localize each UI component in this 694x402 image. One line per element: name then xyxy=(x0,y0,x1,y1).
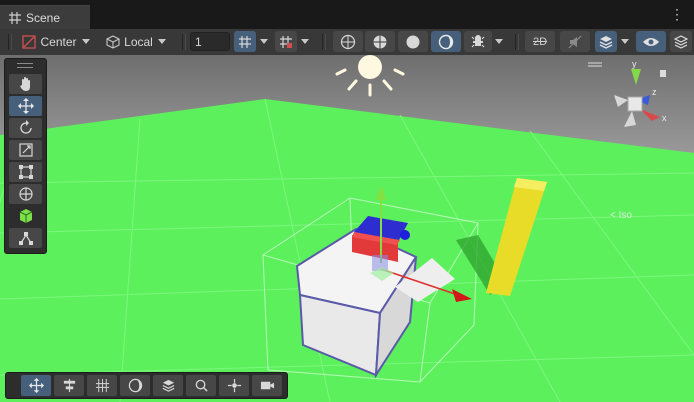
rect-transform-icon xyxy=(18,165,33,179)
layers-dropdown[interactable] xyxy=(618,31,631,52)
mode-2d-button[interactable]: 2D xyxy=(525,31,555,52)
scene-canvas[interactable]: y z x xyxy=(0,55,694,402)
transform-icon xyxy=(18,187,33,201)
grid-snap-icon xyxy=(239,35,251,48)
scale-icon xyxy=(18,143,33,157)
mode-2d-icon: 2D xyxy=(532,35,548,48)
lighting-button[interactable] xyxy=(431,31,461,52)
bottom-camera-button[interactable] xyxy=(252,375,282,396)
more-menu-icon[interactable]: ⋮ xyxy=(670,7,684,21)
toolbar-separator xyxy=(322,34,326,50)
gizmo-y-label: y xyxy=(632,59,637,69)
move-tool-button[interactable] xyxy=(9,96,42,116)
layers-icon xyxy=(162,379,174,392)
shaded-button[interactable] xyxy=(398,31,428,52)
layers-button[interactable] xyxy=(595,31,617,52)
snapping-tool-button[interactable] xyxy=(9,228,42,248)
increment-snap-icon xyxy=(280,35,292,48)
lighting-icon xyxy=(438,34,454,49)
chevron-down-icon xyxy=(300,39,309,44)
rotate-icon xyxy=(19,120,32,134)
bottom-layers-button[interactable] xyxy=(153,375,183,396)
visibility-button[interactable] xyxy=(636,31,666,52)
rect-tool-button[interactable] xyxy=(9,162,42,182)
pivot-mode-dropdown[interactable]: Center xyxy=(16,31,96,52)
pivot-rotation-label: Local xyxy=(124,34,153,49)
chevron-down-icon xyxy=(157,39,166,44)
gizmos-button[interactable] xyxy=(670,31,692,52)
pivot-center-icon xyxy=(22,34,37,49)
bottom-pivot-button[interactable] xyxy=(219,375,249,396)
gizmo-z-label: z xyxy=(652,87,657,97)
chevron-down-icon xyxy=(494,39,503,44)
audio-button[interactable] xyxy=(560,31,590,52)
scene-viewport[interactable]: y z x < Iso xyxy=(0,55,694,402)
tools-overlay xyxy=(4,58,47,254)
lock-icon[interactable] xyxy=(660,70,666,77)
grid-size-input[interactable]: 1 xyxy=(190,32,230,51)
pivot-rotation-dropdown[interactable]: Local xyxy=(100,31,172,52)
move-icon xyxy=(28,378,44,393)
fx-button[interactable] xyxy=(464,31,492,52)
bottom-grid-button[interactable] xyxy=(87,375,117,396)
wireframe-shading-icon xyxy=(340,34,356,49)
camera-icon xyxy=(260,381,274,390)
visibility-icon xyxy=(643,37,659,46)
pivot-icon xyxy=(227,378,241,393)
rotate-tool-button[interactable] xyxy=(9,118,42,138)
bottom-align-button[interactable] xyxy=(54,375,84,396)
shaded-icon xyxy=(406,35,420,48)
layers-icon xyxy=(599,35,613,49)
grid-snap-button[interactable] xyxy=(234,31,256,52)
grid-icon xyxy=(9,12,21,24)
overlay-grip[interactable] xyxy=(17,63,33,68)
tab-scene[interactable]: Scene xyxy=(0,5,90,30)
fx-icon xyxy=(471,34,485,47)
bottom-shading-button[interactable] xyxy=(120,375,150,396)
bottom-move-button[interactable] xyxy=(21,375,51,396)
grid-icon xyxy=(95,378,109,393)
shaded-wireframe-icon xyxy=(373,35,387,48)
pivot-local-icon xyxy=(106,34,120,49)
shaded-wireframe-button[interactable] xyxy=(365,31,395,52)
bottom-overlay-toolbar xyxy=(5,372,288,399)
fx-dropdown[interactable] xyxy=(492,31,505,52)
gizmos-icon xyxy=(674,34,688,49)
toolbar-separator xyxy=(515,34,519,50)
grid-snap-dropdown[interactable] xyxy=(257,31,270,52)
pivot-mode-label: Center xyxy=(40,34,77,49)
increment-snap-button[interactable] xyxy=(275,31,297,52)
scale-tool-button[interactable] xyxy=(9,140,42,160)
search-icon xyxy=(195,379,208,392)
projection-label[interactable]: < Iso xyxy=(610,210,632,221)
custom-editor-tool-button[interactable] xyxy=(9,206,42,226)
gizmo-x-label: x xyxy=(662,113,667,123)
move-icon xyxy=(17,98,34,114)
increment-snap-dropdown[interactable] xyxy=(298,31,311,52)
snapping-icon xyxy=(18,232,33,245)
scene-toolbar: Center Local 1 2D xyxy=(0,29,694,56)
tab-title: Scene xyxy=(26,11,61,25)
chevron-down-icon xyxy=(620,39,629,44)
audio-mute-icon xyxy=(568,35,582,48)
toolbar-separator xyxy=(182,34,186,50)
hand-tool-button[interactable] xyxy=(9,74,42,94)
toolbar-separator xyxy=(8,34,12,50)
hand-icon xyxy=(19,77,30,91)
shading-icon xyxy=(128,378,142,393)
wireframe-button[interactable] xyxy=(333,31,363,52)
chevron-down-icon xyxy=(81,39,90,44)
bottom-search-button[interactable] xyxy=(186,375,216,396)
chevron-down-icon xyxy=(259,39,268,44)
align-icon xyxy=(63,378,75,393)
transform-tool-button[interactable] xyxy=(9,184,42,204)
cube-icon xyxy=(19,209,32,223)
tab-bar: Scene ⋮ xyxy=(0,0,694,30)
